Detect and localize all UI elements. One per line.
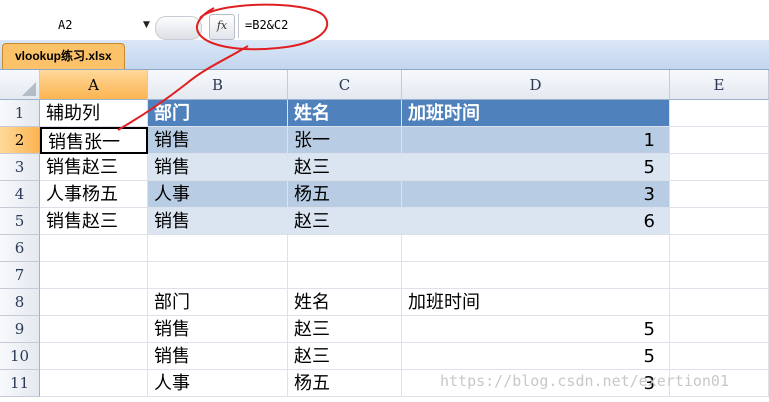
workbook-tab[interactable]: vlookup练习.xlsx (2, 43, 125, 69)
cell-d1[interactable]: 加班时间 (402, 100, 670, 127)
formula-bar: A2 ▼ fx =B2&C2 (0, 0, 769, 40)
cell-d7[interactable] (402, 262, 670, 289)
cell-b11[interactable]: 人事 (148, 370, 288, 397)
cell-b1[interactable]: 部门 (148, 100, 288, 127)
cell-d4[interactable]: 3 (402, 181, 670, 208)
cell-b9[interactable]: 销售 (148, 316, 288, 343)
cell-a5[interactable]: 销售赵三 (40, 208, 148, 235)
cell-e5[interactable] (670, 208, 769, 235)
row-header-6[interactable]: 6 (0, 235, 40, 262)
cell-e9[interactable] (670, 316, 769, 343)
cell-b2[interactable]: 销售 (148, 127, 288, 154)
fx-icon: fx (216, 19, 228, 32)
column-header-a[interactable]: A (40, 70, 148, 100)
cell-a6[interactable] (40, 235, 148, 262)
cell-c1[interactable]: 姓名 (288, 100, 402, 127)
row-header-7[interactable]: 7 (0, 262, 40, 289)
cell-b4[interactable]: 人事 (148, 181, 288, 208)
cell-c6[interactable] (288, 235, 402, 262)
cell-c3[interactable]: 赵三 (288, 154, 402, 181)
column-header-e[interactable]: E (670, 70, 769, 100)
cell-e6[interactable] (670, 235, 769, 262)
cell-b7[interactable] (148, 262, 288, 289)
row-header-11[interactable]: 11 (0, 370, 40, 397)
row-header-1[interactable]: 1 (0, 100, 40, 127)
cell-a11[interactable] (40, 370, 148, 397)
formula-text: =B2&C2 (245, 18, 289, 32)
cell-c9[interactable]: 赵三 (288, 316, 402, 343)
cell-c5[interactable]: 赵三 (288, 208, 402, 235)
watermark: https://blog.csdn.net/exertion01 (440, 372, 729, 390)
row-header-5[interactable]: 5 (0, 208, 40, 235)
cell-c4[interactable]: 杨五 (288, 181, 402, 208)
row-header-2[interactable]: 2 (0, 127, 40, 154)
formula-input[interactable]: =B2&C2 (238, 14, 769, 38)
row-header-8[interactable]: 8 (0, 289, 40, 316)
cell-a3[interactable]: 销售赵三 (40, 154, 148, 181)
chevron-down-icon[interactable]: ▼ (143, 20, 150, 30)
cell-a9[interactable] (40, 316, 148, 343)
cell-e2[interactable] (670, 127, 769, 154)
cell-b10[interactable]: 销售 (148, 343, 288, 370)
cell-c7[interactable] (288, 262, 402, 289)
insert-function-button[interactable]: fx (209, 14, 235, 40)
cell-e1[interactable] (670, 100, 769, 127)
cell-d3[interactable]: 5 (402, 154, 670, 181)
cell-c11[interactable]: 杨五 (288, 370, 402, 397)
row-header-3[interactable]: 3 (0, 154, 40, 181)
cell-a8[interactable] (40, 289, 148, 316)
select-all-button[interactable] (0, 70, 40, 100)
cell-d6[interactable] (402, 235, 670, 262)
column-header-c[interactable]: C (288, 70, 402, 100)
cell-d5[interactable]: 6 (402, 208, 670, 235)
cell-e8[interactable] (670, 289, 769, 316)
cell-d8[interactable]: 加班时间 (402, 289, 670, 316)
cell-a7[interactable] (40, 262, 148, 289)
cell-a1[interactable]: 辅助列 (40, 100, 148, 127)
cell-e4[interactable] (670, 181, 769, 208)
cell-c10[interactable]: 赵三 (288, 343, 402, 370)
cell-e7[interactable] (670, 262, 769, 289)
cell-c2[interactable]: 张一 (288, 127, 402, 154)
column-header-d[interactable]: D (402, 70, 670, 100)
workbook-tab-strip: vlookup练习.xlsx (0, 40, 769, 70)
row-header-9[interactable]: 9 (0, 316, 40, 343)
row-header-10[interactable]: 10 (0, 343, 40, 370)
cell-e3[interactable] (670, 154, 769, 181)
row-header-4[interactable]: 4 (0, 181, 40, 208)
cell-b3[interactable]: 销售 (148, 154, 288, 181)
cell-a10[interactable] (40, 343, 148, 370)
cell-d10[interactable]: 5 (402, 343, 670, 370)
cell-a2[interactable]: 销售张一 (40, 127, 148, 154)
select-all-icon (22, 82, 36, 96)
cell-d2[interactable]: 1 (402, 127, 670, 154)
formula-bar-resize-handle[interactable] (155, 16, 202, 40)
cell-a4[interactable]: 人事杨五 (40, 181, 148, 208)
cell-d9[interactable]: 5 (402, 316, 670, 343)
cell-b6[interactable] (148, 235, 288, 262)
cell-e10[interactable] (670, 343, 769, 370)
cell-c8[interactable]: 姓名 (288, 289, 402, 316)
column-header-b[interactable]: B (148, 70, 288, 100)
cell-b5[interactable]: 销售 (148, 208, 288, 235)
cell-b8[interactable]: 部门 (148, 289, 288, 316)
name-box-value: A2 (58, 18, 73, 32)
name-box[interactable]: A2 ▼ (0, 17, 150, 37)
